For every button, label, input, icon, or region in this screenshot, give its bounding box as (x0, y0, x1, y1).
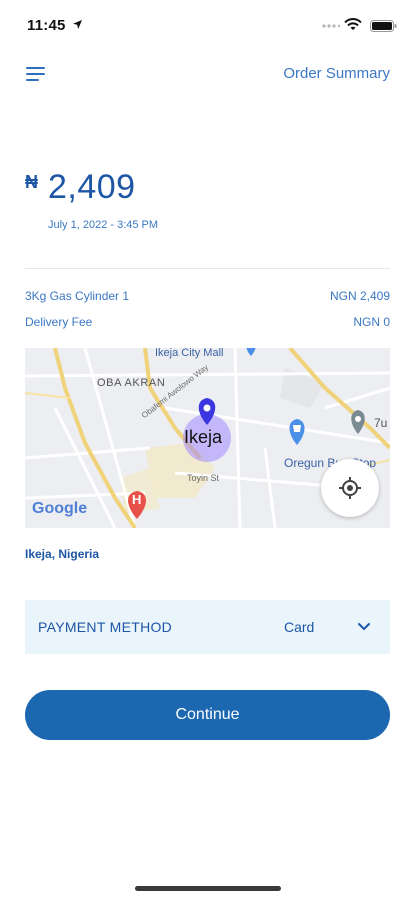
map-label-toyin: Toyin St (187, 473, 220, 483)
status-time: 11:45 (27, 17, 66, 34)
divider (25, 268, 390, 269)
map-label-district: OBA AKRAN (97, 377, 166, 389)
map[interactable]: Ikeja City Mall OBA AKRAN Obafemi Awolow… (25, 348, 390, 528)
item-value: NGN 2,409 (329, 289, 390, 303)
payment-method-value: Card (284, 619, 315, 635)
currency-symbol: ₦ (25, 172, 38, 192)
item-label: 3Kg Gas Cylinder 1 (25, 289, 130, 303)
payment-method-label: PAYMENT METHOD (38, 619, 173, 635)
wifi-icon (344, 18, 362, 30)
payment-method-select[interactable]: PAYMENT METHOD Card (25, 600, 390, 654)
page-title: Order Summary (283, 65, 390, 82)
continue-button[interactable]: Continue (25, 690, 390, 740)
my-location-icon (339, 477, 361, 499)
map-label-7up: 7u (374, 416, 388, 430)
battery-icon (370, 20, 397, 32)
order-date: July 1, 2022 - 3:45 PM (48, 219, 159, 231)
map-label-mall: Ikeja City Mall (155, 348, 224, 359)
chevron-down-icon (358, 623, 370, 631)
hamburger-menu-icon[interactable] (26, 64, 50, 84)
delivery-location: Ikeja, Nigeria (25, 547, 100, 561)
delivery-fee-label: Delivery Fee (25, 315, 93, 329)
delivery-fee-value: NGN 0 (353, 315, 390, 329)
google-logo: Google (32, 500, 88, 517)
location-arrow-icon (73, 20, 82, 29)
map-pin-label: Ikeja (184, 427, 223, 447)
cellular-signal-icon (322, 24, 340, 28)
hospital-icon: H (132, 492, 142, 507)
my-location-button[interactable] (321, 459, 379, 517)
order-amount: 2,409 (48, 168, 136, 206)
home-indicator (135, 886, 281, 891)
